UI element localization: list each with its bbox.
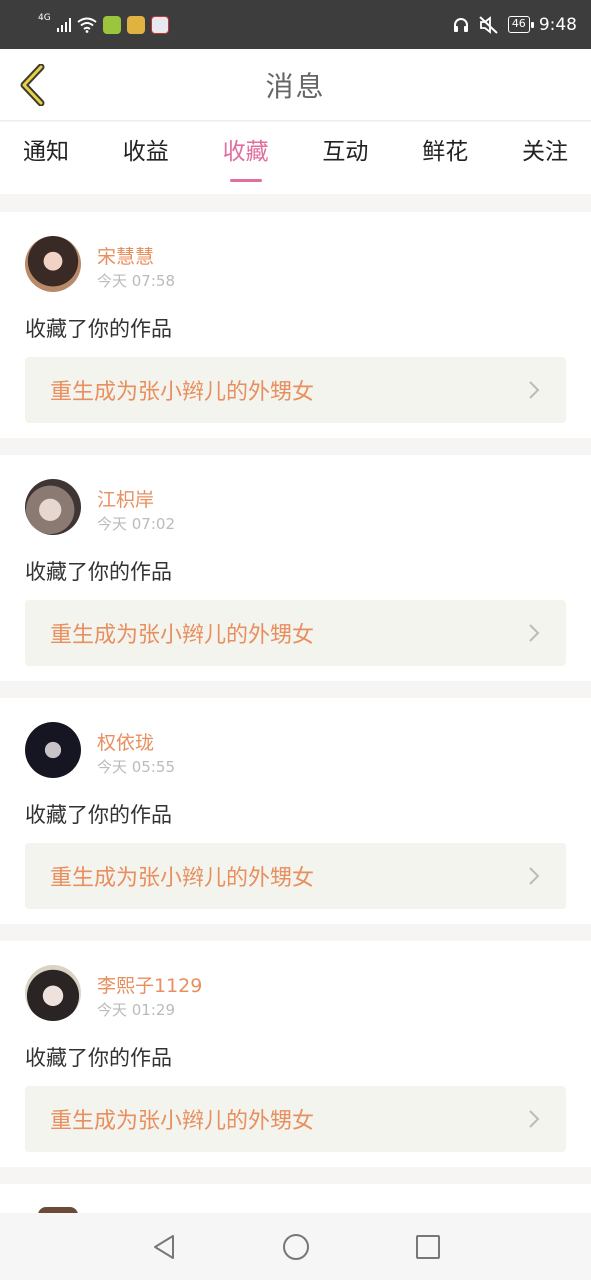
avatar[interactable]	[25, 236, 81, 292]
chevron-right-icon	[529, 381, 540, 399]
work-title: 重生成为张小辫儿的外甥女	[50, 866, 315, 891]
message-card: 宋慧慧 今天 07:58 收藏了你的作品 重生成为张小辫儿的外甥女	[0, 212, 591, 438]
tab-label: 收益	[122, 139, 169, 165]
square-recents-icon	[415, 1234, 440, 1259]
work-title: 重生成为张小辫儿的外甥女	[50, 1109, 315, 1134]
wifi-icon	[77, 17, 97, 33]
tab-interactions[interactable]: 互动	[322, 132, 368, 182]
message-card: 江枳岸 今天 07:02 收藏了你的作品 重生成为张小辫儿的外甥女	[0, 455, 591, 681]
mute-icon	[479, 15, 498, 34]
header: 消息	[0, 49, 591, 121]
avatar[interactable]	[25, 722, 81, 778]
chevron-right-icon	[529, 867, 540, 885]
tab-label: 鲜花	[422, 139, 469, 165]
message-card: 李熙子1129 今天 01:29 收藏了你的作品 重生成为张小辫儿的外甥女	[0, 941, 591, 1167]
headset-icon	[453, 17, 468, 32]
work-link[interactable]: 重生成为张小辫儿的外甥女	[25, 843, 566, 909]
avatar[interactable]	[25, 965, 81, 1021]
chevron-left-icon	[20, 64, 45, 106]
avatar[interactable]	[25, 479, 81, 535]
network-type: 4G	[38, 13, 51, 23]
timestamp: 今天 05:55	[97, 758, 175, 776]
status-bar: 4G 46 9:48	[0, 0, 591, 49]
work-link[interactable]: 重生成为张小辫儿的外甥女	[25, 357, 566, 423]
nav-home-button[interactable]	[281, 1232, 311, 1262]
tab-label: 关注	[521, 139, 568, 165]
work-link[interactable]: 重生成为张小辫儿的外甥女	[25, 1086, 566, 1152]
tab-earnings[interactable]: 收益	[123, 132, 169, 182]
action-text: 收藏了你的作品	[25, 803, 172, 827]
battery-icon: 46	[507, 16, 534, 33]
tab-indicator	[229, 179, 262, 182]
back-button[interactable]	[14, 63, 50, 107]
chevron-right-icon	[529, 1110, 540, 1128]
user-name[interactable]: 宋慧慧	[97, 242, 154, 269]
clock: 9:48	[538, 14, 577, 35]
nav-back-button[interactable]	[149, 1232, 179, 1262]
action-text: 收藏了你的作品	[25, 317, 172, 341]
triangle-back-icon	[153, 1234, 174, 1259]
app-notification-icon	[126, 15, 145, 34]
chevron-right-icon	[529, 624, 540, 642]
tab-favorites[interactable]: 收藏	[223, 132, 269, 182]
work-title: 重生成为张小辫儿的外甥女	[50, 623, 315, 648]
user-name[interactable]: 李熙子1129	[97, 971, 202, 998]
tab-following[interactable]: 关注	[522, 132, 568, 182]
page-title: 消息	[265, 69, 326, 103]
tab-bar: 通知 收益 收藏 互动 鲜花 关注	[0, 122, 591, 194]
timestamp: 今天 07:02	[97, 515, 175, 533]
timestamp: 今天 07:58	[97, 272, 175, 290]
work-link[interactable]: 重生成为张小辫儿的外甥女	[25, 600, 566, 666]
system-nav-bar	[0, 1213, 591, 1280]
tab-label: 通知	[23, 139, 69, 165]
tab-notifications[interactable]: 通知	[23, 132, 69, 182]
user-name[interactable]: 权依珑	[97, 728, 154, 755]
signal-icon	[56, 17, 71, 32]
tab-flowers[interactable]: 鲜花	[422, 132, 468, 182]
tab-label: 互动	[322, 139, 369, 165]
nav-recents-button[interactable]	[413, 1232, 443, 1262]
app-notification-icon	[102, 15, 121, 34]
user-name[interactable]: 江枳岸	[97, 485, 154, 512]
action-text: 收藏了你的作品	[25, 1046, 172, 1070]
circle-home-icon	[282, 1233, 309, 1260]
work-title: 重生成为张小辫儿的外甥女	[50, 380, 315, 405]
action-text: 收藏了你的作品	[25, 560, 172, 584]
tab-label: 收藏	[222, 139, 269, 165]
timestamp: 今天 01:29	[97, 1001, 175, 1019]
app-notification-icon	[150, 15, 169, 34]
message-card: 权依珑 今天 05:55 收藏了你的作品 重生成为张小辫儿的外甥女	[0, 698, 591, 924]
